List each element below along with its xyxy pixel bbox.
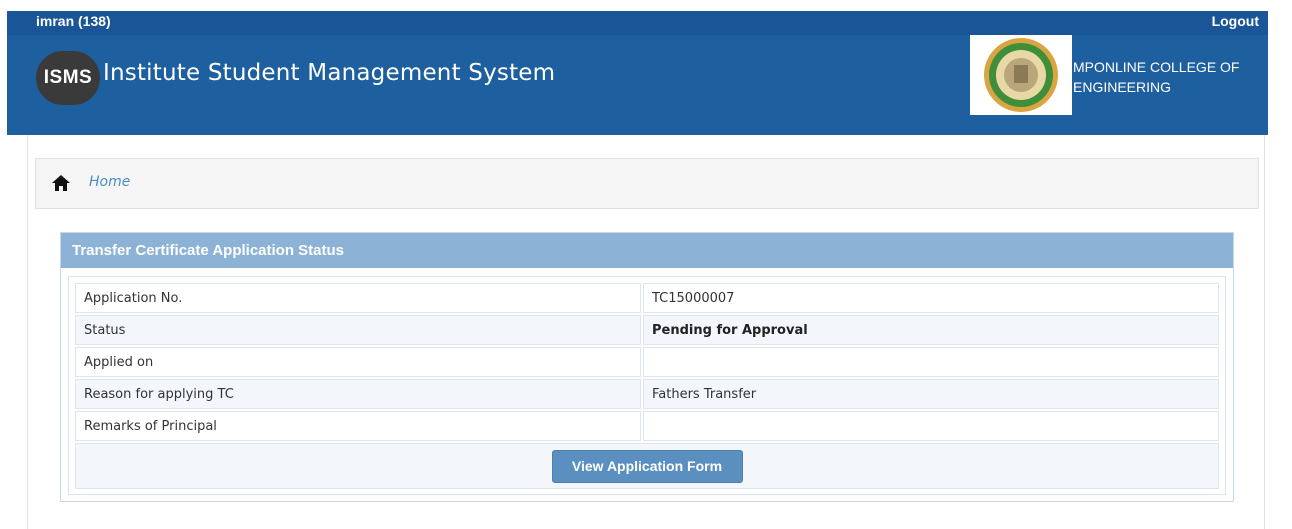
top-bar: imran (138) Logout xyxy=(7,11,1268,35)
button-row: View Application Form xyxy=(75,443,1219,489)
row-value-status: Pending for Approval xyxy=(643,315,1219,345)
user-info: imran (138) xyxy=(36,13,111,29)
breadcrumb: Home xyxy=(35,158,1259,209)
row-value-applied-on xyxy=(643,347,1219,377)
college-emblem xyxy=(970,35,1072,115)
site-header: ISMS Institute Student Management System… xyxy=(7,35,1268,135)
row-value-reason: Fathers Transfer xyxy=(643,379,1219,409)
row-label-reason: Reason for applying TC xyxy=(75,379,641,409)
table-row: Application No. TC15000007 xyxy=(75,283,1219,313)
status-table: Application No. TC15000007 Status Pendin… xyxy=(73,281,1221,491)
table-row: Applied on xyxy=(75,347,1219,377)
row-label-status: Status xyxy=(75,315,641,345)
tc-status-panel: Transfer Certificate Application Status … xyxy=(60,232,1234,502)
view-application-form-button[interactable]: View Application Form xyxy=(551,449,743,483)
row-label-applied-on: Applied on xyxy=(75,347,641,377)
panel-title: Transfer Certificate Application Status xyxy=(61,233,1233,268)
row-label-application-no: Application No. xyxy=(75,283,641,313)
row-value-application-no: TC15000007 xyxy=(643,283,1219,313)
college-name: MPONLINE COLLEGE OF ENGINEERING xyxy=(1073,59,1240,95)
breadcrumb-home-link[interactable]: Home xyxy=(89,174,130,190)
isms-logo[interactable]: ISMS xyxy=(36,51,100,105)
panel-body: Application No. TC15000007 Status Pendin… xyxy=(68,276,1226,495)
app-title: Institute Student Management System xyxy=(103,60,556,86)
table-row: Remarks of Principal xyxy=(75,411,1219,441)
row-value-remarks xyxy=(643,411,1219,441)
home-icon[interactable] xyxy=(51,174,71,192)
table-row: View Application Form xyxy=(75,443,1219,489)
table-row: Status Pending for Approval xyxy=(75,315,1219,345)
logout-link[interactable]: Logout xyxy=(1212,13,1259,29)
row-label-remarks: Remarks of Principal xyxy=(75,411,641,441)
table-row: Reason for applying TC Fathers Transfer xyxy=(75,379,1219,409)
